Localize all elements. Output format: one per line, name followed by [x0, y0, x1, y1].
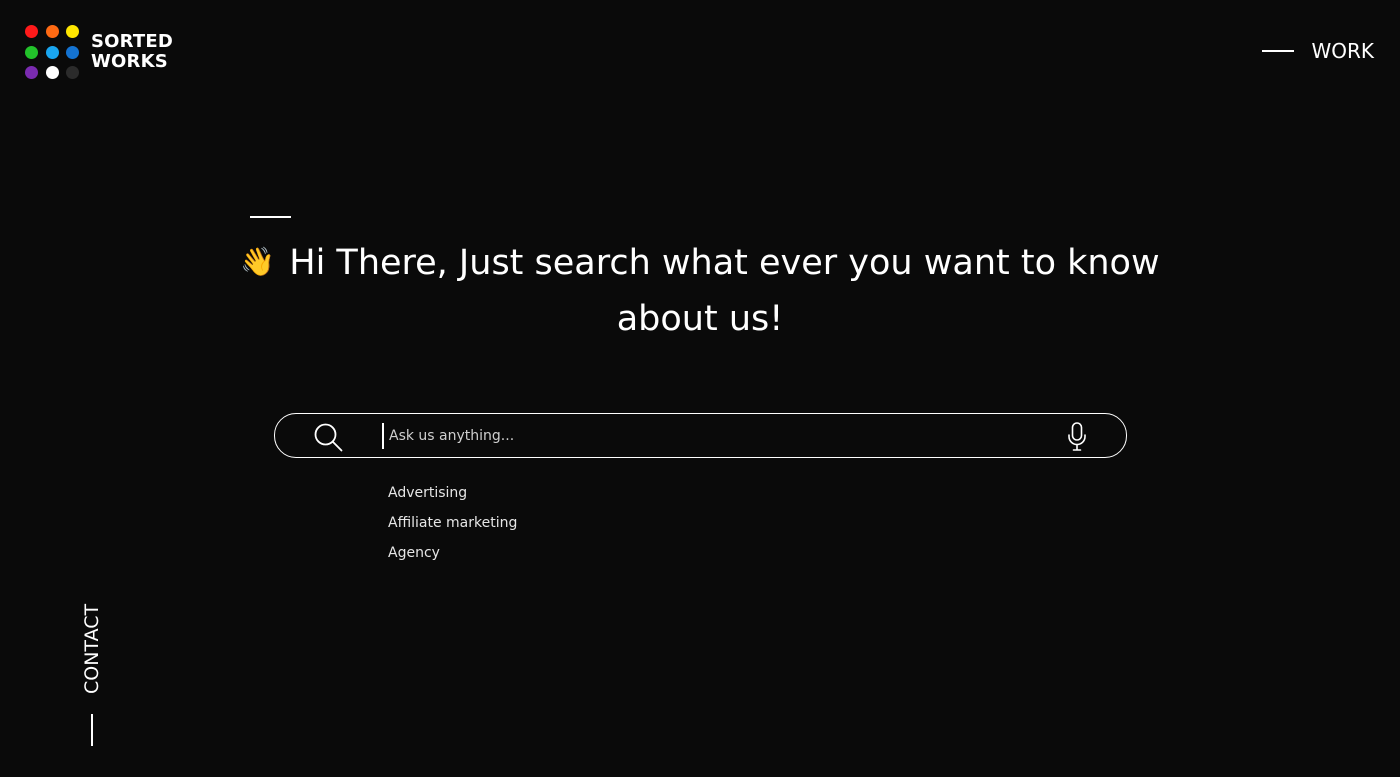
logo-dot [25, 25, 38, 38]
suggestion-item[interactable]: Affiliate marketing [388, 508, 517, 538]
logo-dot [45, 66, 59, 79]
logo-dot [25, 66, 38, 79]
search-input[interactable] [382, 423, 1049, 449]
logo-dot [66, 66, 79, 79]
contact-nav-link[interactable]: CONTACT [80, 600, 104, 748]
logo-dot [66, 45, 79, 59]
page: SORTED WORKS WORK 👋 Hi There, Just search… [0, 0, 1400, 777]
logo-line-1: SORTED [91, 31, 174, 52]
work-nav-link[interactable]: WORK [1262, 39, 1374, 63]
work-nav-line [1262, 50, 1295, 52]
microphone-icon[interactable] [1066, 422, 1088, 452]
search-suggestions: Advertising Affiliate marketing Agency [388, 478, 517, 568]
work-nav-label: WORK [1311, 39, 1374, 63]
suggestion-item[interactable]: Advertising [388, 478, 517, 508]
waving-hand-icon: 👋 [240, 245, 276, 278]
page-title-text: Hi There, Just search what ever you want… [289, 243, 1160, 339]
logo-line-2: WORKS [91, 51, 168, 72]
contact-nav-label: CONTACT [81, 603, 103, 695]
logo[interactable]: SORTED WORKS [25, 25, 173, 79]
suggestion-item[interactable]: Agency [388, 538, 517, 568]
logo-dot [45, 25, 59, 38]
logo-dots [25, 25, 79, 79]
search-bar [274, 413, 1127, 458]
logo-wordmark: SORTED WORKS [91, 32, 173, 72]
logo-dot [25, 45, 38, 59]
logo-dot [45, 45, 59, 59]
page-title: 👋 Hi There, Just search what ever you wan… [230, 234, 1170, 347]
heading-accent-line [250, 216, 291, 218]
contact-nav-line [91, 714, 93, 746]
logo-dot [66, 25, 79, 38]
search-icon[interactable] [313, 422, 343, 452]
